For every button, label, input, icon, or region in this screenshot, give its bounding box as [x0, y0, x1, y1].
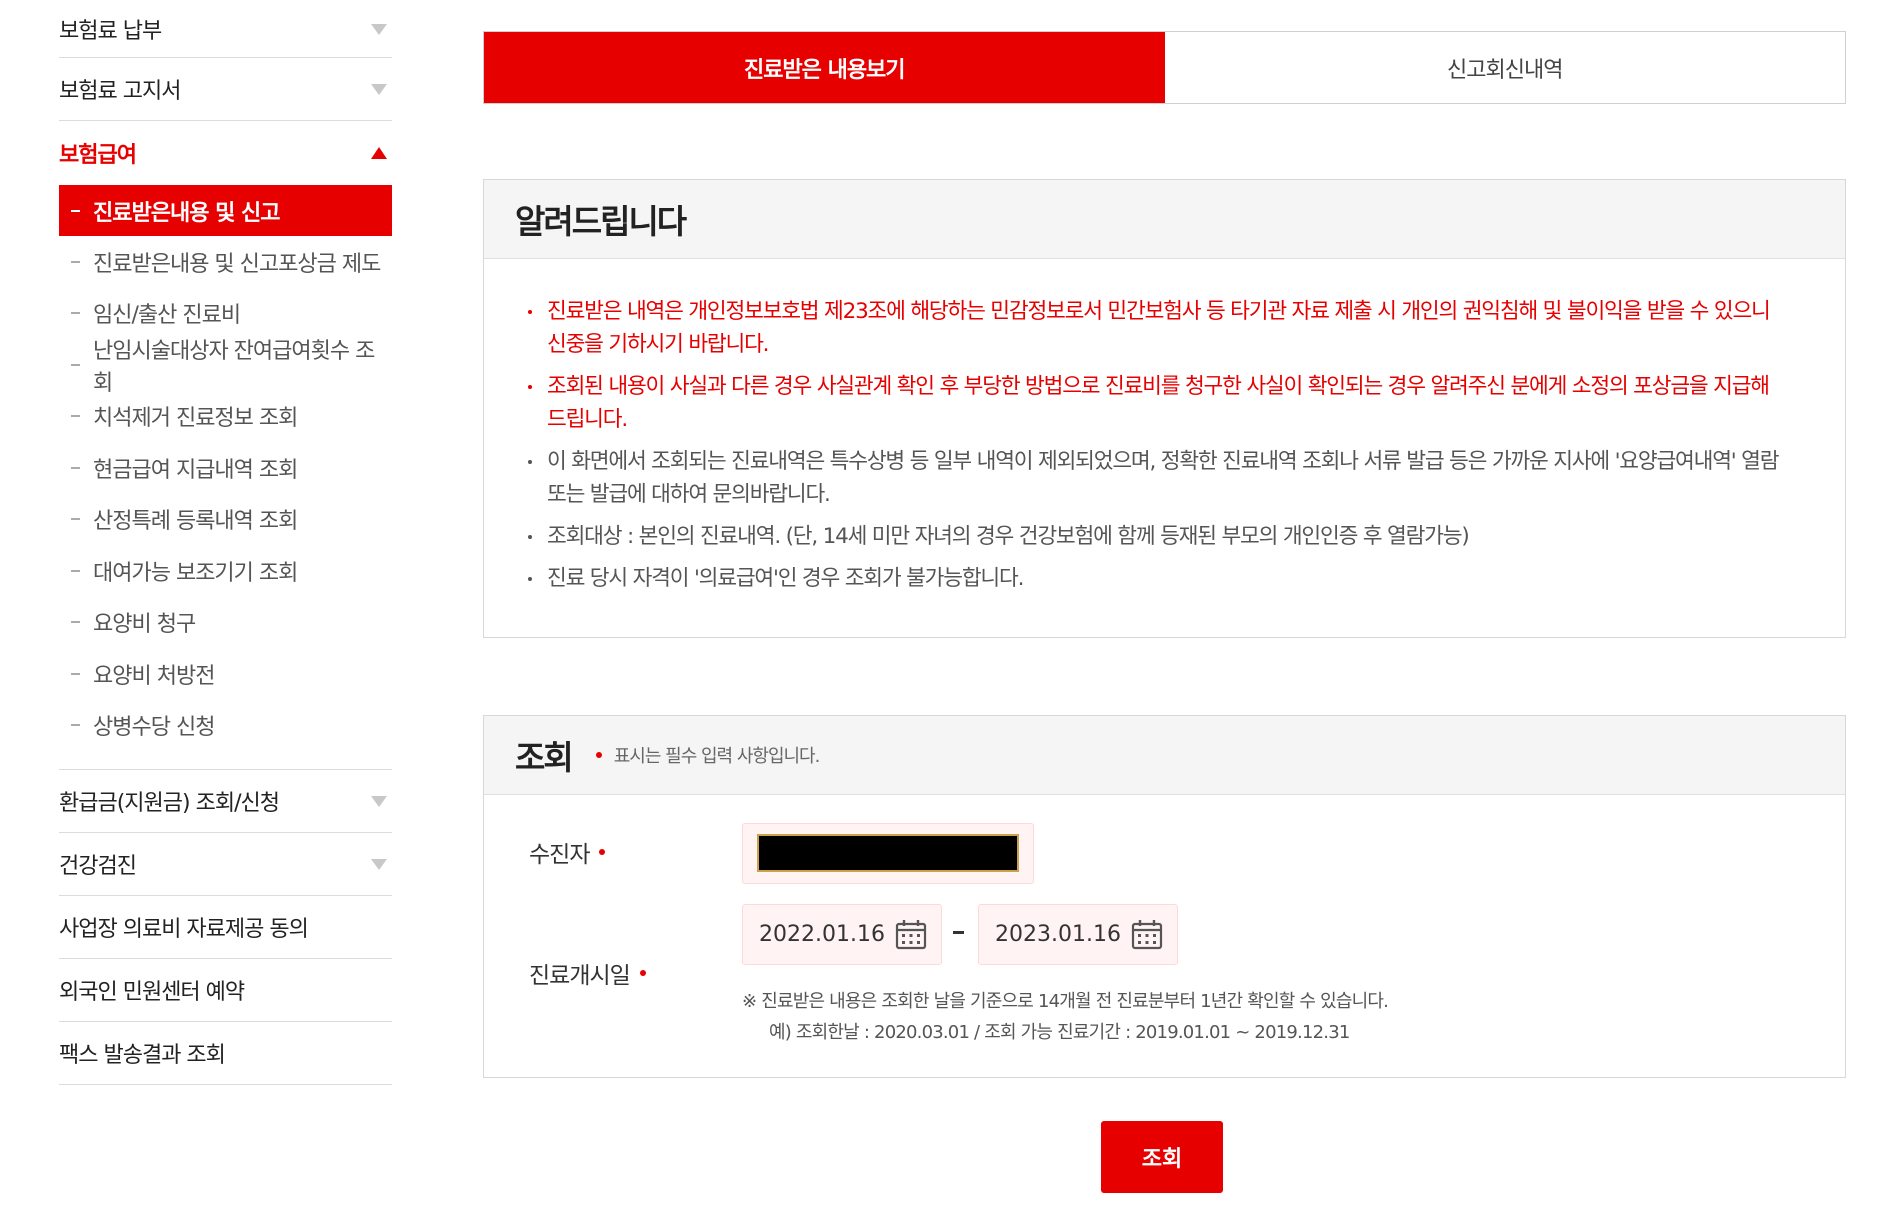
- sidebar: 보험료 납부 보험료 고지서 보험급여 진료받은내용 및 신고 진료받은내용 및…: [59, 0, 392, 1085]
- dash-icon: [71, 724, 80, 727]
- sidebar-subitem-label: 산정특례 등록내역 조회: [93, 509, 298, 535]
- sidebar-subitem-label: 난임시술대상자 잔여급여횟수 조회: [93, 338, 375, 396]
- search-header: 조회 표시는 필수 입력 사항입니다.: [484, 716, 1845, 795]
- end-date-value: 2023.01.16: [995, 922, 1121, 947]
- required-dot-icon: [595, 752, 602, 758]
- sidebar-subitem-infertility[interactable]: 난임시술대상자 잔여급여횟수 조회: [59, 339, 392, 396]
- date-range-hint: ※ 진료받은 내용은 조회한 날을 기준으로 14개월 전 진료분부터 1년간 …: [742, 986, 1389, 1048]
- hint-line: ※ 진료받은 내용은 조회한 날을 기준으로 14개월 전 진료분부터 1년간 …: [742, 991, 1389, 1012]
- sidebar-subitem-scaling[interactable]: 치석제거 진료정보 조회: [59, 391, 392, 443]
- dash-icon: [71, 209, 80, 212]
- dash-icon: [71, 260, 80, 263]
- patient-label: 수진자: [529, 835, 606, 869]
- notice-title: 알려드립니다: [515, 202, 687, 241]
- notice-item: 이 화면에서 조회되는 진료내역은 특수상병 등 일부 내역이 제외되었으며, …: [528, 445, 1785, 511]
- dash-icon: [71, 415, 80, 418]
- sidebar-item-label: 보험료 고지서: [59, 79, 181, 104]
- required-dot-icon: [599, 849, 606, 855]
- sidebar-subitem-reward-system[interactable]: 진료받은내용 및 신고포상금 제도: [59, 236, 392, 288]
- sidebar-item-label: 외국인 민원센터 예약: [59, 980, 245, 1005]
- start-date-label-text: 진료개시일: [529, 963, 631, 989]
- sidebar-subitem-label: 진료받은내용 및 신고포상금 제도: [93, 251, 381, 277]
- start-date-label: 진료개시일: [529, 956, 646, 990]
- sidebar-item-fax-result[interactable]: 팩스 발송결과 조회: [59, 1022, 392, 1085]
- sidebar-item-health-checkup[interactable]: 건강검진: [59, 833, 392, 896]
- tab-treatment-view[interactable]: 진료받은 내용보기: [484, 32, 1165, 103]
- sidebar-subitem-label: 현금급여 지급내역 조회: [93, 457, 298, 483]
- sidebar-subitem-pregnancy[interactable]: 임신/출산 진료비: [59, 288, 392, 340]
- sidebar-item-workplace-consent[interactable]: 사업장 의료비 자료제공 동의: [59, 896, 392, 959]
- sidebar-item-label: 건강검진: [59, 854, 137, 879]
- sidebar-subitem-label: 진료받은내용 및 신고: [93, 200, 280, 226]
- sidebar-subitem-sickness-allowance[interactable]: 상병수당 신청: [59, 700, 392, 752]
- sidebar-subitem-label: 요양비 처방전: [93, 663, 215, 689]
- notice-header: 알려드립니다: [484, 180, 1845, 259]
- start-date-value: 2022.01.16: [759, 922, 885, 947]
- sidebar-subitem-assistive-device[interactable]: 대여가능 보조기기 조회: [59, 545, 392, 597]
- notice-box: 알려드립니다 진료받은 내역은 개인정보보호법 제23조에 해당하는 민감정보로…: [483, 179, 1846, 638]
- search-button[interactable]: 조회: [1101, 1121, 1223, 1193]
- search-box: 조회 표시는 필수 입력 사항입니다. 수진자 진료개시일 2022.01.16…: [483, 715, 1846, 1078]
- patient-label-text: 수진자: [529, 842, 590, 868]
- sidebar-item-insurance-benefits[interactable]: 보험급여: [59, 121, 392, 185]
- notice-item: 조회대상 : 본인의 진료내역. (단, 14세 미만 자녀의 경우 건강보험에…: [528, 520, 1785, 553]
- sidebar-subitem-cash-benefit[interactable]: 현금급여 지급내역 조회: [59, 442, 392, 494]
- sidebar-item-label: 보험급여: [59, 143, 137, 168]
- sidebar-subitem-care-claim[interactable]: 요양비 청구: [59, 597, 392, 649]
- dash-icon: [71, 518, 80, 521]
- required-note: 표시는 필수 입력 사항입니다.: [595, 742, 821, 768]
- sidebar-item-refund[interactable]: 환급금(지원금) 조회/신청: [59, 770, 392, 833]
- sidebar-item-premium-payment[interactable]: 보험료 납부: [59, 0, 392, 58]
- hint-example-line: 예) 조회한날 : 2020.03.01 / 조회 가능 진료기간 : 2019…: [769, 1022, 1350, 1043]
- patient-field[interactable]: [742, 823, 1034, 884]
- tab-report-replies[interactable]: 신고회신내역: [1164, 32, 1845, 103]
- sidebar-item-foreigner-center[interactable]: 외국인 민원센터 예약: [59, 959, 392, 1022]
- dash-icon: [71, 363, 80, 366]
- sidebar-subitem-treatment-report[interactable]: 진료받은내용 및 신고: [59, 185, 392, 236]
- sidebar-item-label: 사업장 의료비 자료제공 동의: [59, 917, 309, 942]
- sidebar-subitem-label: 상병수당 신청: [93, 715, 215, 741]
- search-title: 조회: [515, 738, 574, 777]
- tab-bar: 진료받은 내용보기 신고회신내역: [483, 31, 1846, 104]
- chevron-down-icon: [371, 84, 387, 95]
- start-date-input[interactable]: 2022.01.16: [742, 904, 942, 965]
- notice-item: 진료받은 내역은 개인정보보호법 제23조에 해당하는 민감정보로서 민간보험사…: [528, 295, 1785, 361]
- notice-list: 진료받은 내역은 개인정보보호법 제23조에 해당하는 민감정보로서 민간보험사…: [484, 259, 1845, 595]
- dash-icon: [71, 466, 80, 469]
- chevron-down-icon: [371, 796, 387, 807]
- sidebar-subitem-label: 대여가능 보조기기 조회: [93, 560, 298, 586]
- sidebar-subitem-label: 치석제거 진료정보 조회: [93, 406, 298, 432]
- required-note-text: 표시는 필수 입력 사항입니다.: [613, 746, 821, 767]
- chevron-down-icon: [371, 23, 387, 35]
- sidebar-subitem-special-calc[interactable]: 산정특례 등록내역 조회: [59, 494, 392, 546]
- sidebar-item-label: 환급금(지원금) 조회/신청: [59, 791, 280, 816]
- notice-item: 진료 당시 자격이 '의료급여'인 경우 조회가 불가능합니다.: [528, 562, 1785, 595]
- chevron-up-icon: [371, 147, 387, 159]
- chevron-down-icon: [371, 859, 387, 870]
- sidebar-subitem-label: 요양비 청구: [93, 612, 196, 638]
- calendar-icon[interactable]: [1131, 919, 1163, 950]
- sidebar-submenu: 진료받은내용 및 신고 진료받은내용 및 신고포상금 제도 임신/출산 진료비 …: [59, 185, 392, 770]
- dash-icon: [71, 672, 80, 675]
- required-dot-icon: [639, 970, 646, 976]
- calendar-icon[interactable]: [895, 919, 927, 950]
- notice-item: 조회된 내용이 사실과 다른 경우 사실관계 확인 후 부당한 방법으로 진료비…: [528, 370, 1785, 436]
- sidebar-subitem-label: 임신/출산 진료비: [93, 303, 241, 329]
- date-range-separator: [953, 931, 964, 934]
- dash-icon: [71, 312, 80, 315]
- sidebar-item-label: 팩스 발송결과 조회: [59, 1043, 226, 1068]
- end-date-input[interactable]: 2023.01.16: [978, 904, 1178, 965]
- redacted-patient-name: [757, 834, 1019, 872]
- dash-icon: [71, 621, 80, 624]
- sidebar-subitem-care-prescription[interactable]: 요양비 처방전: [59, 648, 392, 700]
- sidebar-item-label: 보험료 납부: [59, 18, 162, 44]
- dash-icon: [71, 569, 80, 572]
- sidebar-item-premium-notice[interactable]: 보험료 고지서: [59, 58, 392, 121]
